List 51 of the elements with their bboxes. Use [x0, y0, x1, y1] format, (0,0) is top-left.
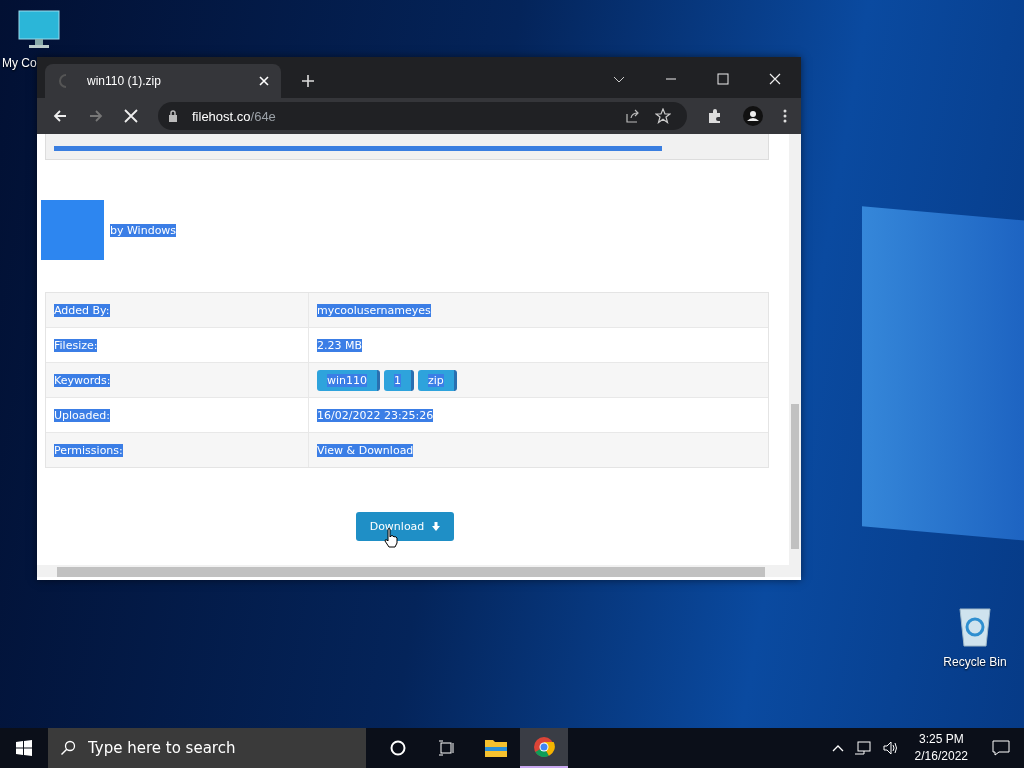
puzzle-piece-icon[interactable]	[707, 108, 723, 124]
search-icon	[60, 740, 76, 756]
desktop-icon-label[interactable]: My Co	[2, 56, 37, 70]
monitor-icon[interactable]	[17, 10, 61, 50]
network-icon[interactable]	[853, 740, 872, 756]
chevron-up-icon[interactable]	[831, 744, 844, 752]
horizontal-scrollbar[interactable]	[37, 565, 801, 577]
hand-cursor-icon	[384, 528, 398, 548]
detail-value: 2.23 MB	[317, 338, 363, 352]
keyword-tag[interactable]: win110	[317, 369, 381, 391]
start-icon[interactable]	[16, 740, 32, 756]
address-bar[interactable]: filehost.co/64e	[158, 102, 687, 130]
search-field[interactable]: Type here to search	[48, 728, 366, 768]
desktop-icon-label[interactable]: Recycle Bin	[943, 655, 1007, 669]
stop-icon[interactable]	[124, 109, 138, 123]
notification-icon[interactable]	[992, 740, 1010, 756]
browser-tab[interactable]: win110 (1).zip	[45, 64, 281, 98]
volume-icon[interactable]	[881, 740, 900, 756]
vertical-scrollbar[interactable]	[789, 134, 801, 565]
detail-label: Uploaded:	[54, 408, 110, 422]
menu-icon[interactable]	[783, 109, 787, 123]
keyword-tag[interactable]: 1	[384, 369, 415, 391]
back-arrow-icon[interactable]	[52, 108, 68, 124]
profile-icon[interactable]	[743, 106, 763, 126]
new-tab-icon[interactable]	[301, 74, 315, 88]
uploader-name: by Windows	[110, 223, 177, 237]
close-icon[interactable]	[769, 73, 781, 85]
lock-icon	[168, 110, 178, 122]
search-input[interactable]: Type here to search	[86, 738, 350, 758]
detail-value: mycoolusernameyes	[317, 303, 431, 317]
cortana-circle-icon[interactable]	[390, 740, 406, 756]
task-view-icon[interactable]	[438, 740, 456, 756]
maximize-icon[interactable]	[717, 73, 729, 85]
detail-label: Permissions:	[54, 443, 123, 457]
close-tab-icon[interactable]	[259, 76, 269, 86]
browser-logo-icon	[533, 736, 555, 758]
detail-value: View & Download	[317, 443, 414, 457]
folder-icon	[484, 738, 508, 758]
share-icon[interactable]	[625, 108, 641, 124]
detail-label: Filesize:	[54, 338, 98, 352]
taskbar-app-button[interactable]	[520, 728, 568, 768]
avatar-placeholder	[41, 200, 104, 260]
clock[interactable]: 3:25 PM 2/16/2022	[914, 731, 968, 765]
star-icon[interactable]	[655, 108, 671, 124]
download-button[interactable]: Download	[355, 512, 455, 541]
forward-arrow-icon[interactable]	[88, 108, 104, 124]
detail-label: Added By:	[54, 303, 110, 317]
down-arrow-icon	[432, 522, 441, 531]
detail-label: Keywords:	[54, 373, 111, 387]
keyword-tag[interactable]: zip	[418, 369, 457, 391]
detail-value: 16/02/2022 23:25:26	[317, 408, 434, 422]
